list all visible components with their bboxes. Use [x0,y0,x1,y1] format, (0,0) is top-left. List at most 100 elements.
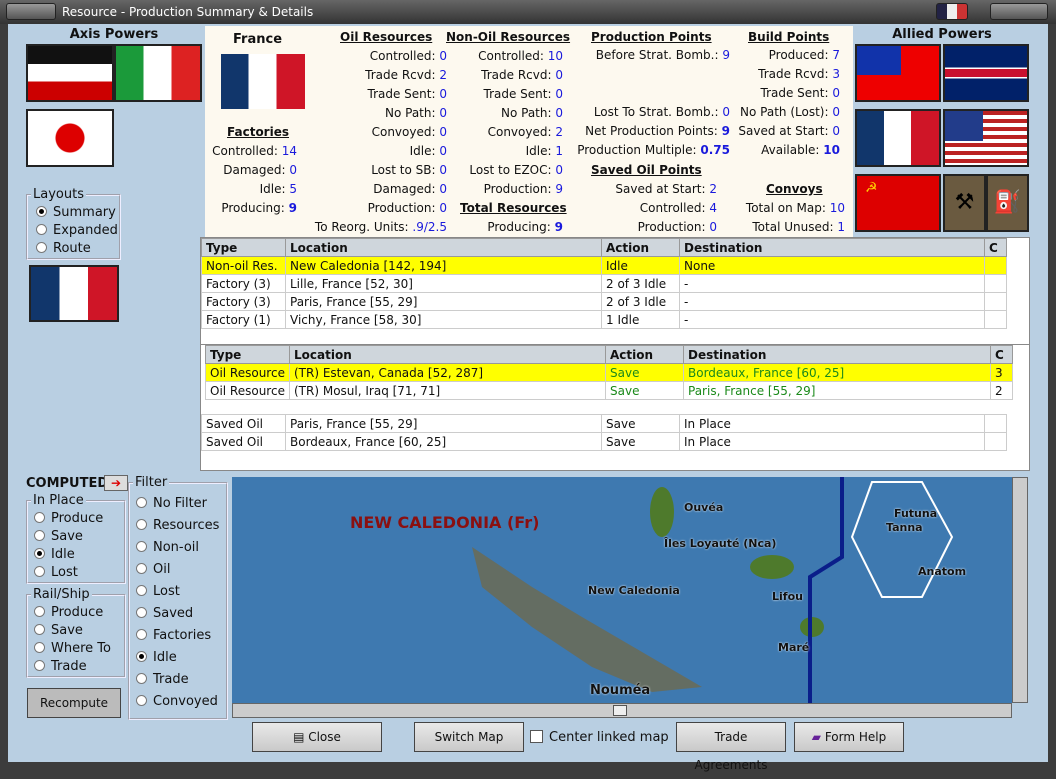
factories-title: Factories [227,125,289,139]
table-cell: (TR) Mosul, Iraq [71, 71] [289,381,606,400]
map-label: New Caledonia [588,584,680,597]
total-title: Total Resources [460,201,567,215]
table-cell: - [679,274,985,293]
ussr-flag[interactable]: ☭ [855,174,941,232]
form-help-button[interactable]: ▰ Form Help [794,722,904,752]
ip-radio-produce[interactable]: Produce [34,511,103,526]
table-cell: Save [605,363,684,382]
col-c[interactable]: C [990,345,1013,364]
resource-icon[interactable]: ⚒ [943,174,986,232]
fl-radio-idle[interactable]: Idle [136,650,177,665]
table-cell [984,292,1007,311]
table-cell [984,274,1007,293]
col-action[interactable]: Action [605,345,684,364]
center-linked-map-checkbox[interactable]: Center linked map [530,730,669,745]
china-flag[interactable] [855,44,941,102]
table-row[interactable]: Factory (1) Vichy, France [58, 30] 1 Idle - [201,310,1007,329]
total-row: Producing: 9 [487,220,563,234]
close-button[interactable]: ▤ Close [252,722,382,752]
fl-radio-trade[interactable]: Trade [136,672,189,687]
switch-map-button[interactable]: Switch Map [414,722,524,752]
map-vertical-scrollbar[interactable] [1012,477,1028,703]
rs-radio-where-to[interactable]: Where To [34,641,111,656]
nonoil-row: Trade Rcvd: 0 [481,68,563,82]
layout-route-radio[interactable]: Route [36,241,91,256]
usa-flag[interactable] [943,109,1029,167]
oil-title: Oil Resources [340,30,433,44]
table-cell [984,310,1007,329]
ip-radio-lost[interactable]: Lost [34,565,78,580]
pp-row: Lost To Strat. Bomb.: 0 [593,105,730,119]
table-cell: Bordeaux, France [60, 25] [285,432,602,451]
table-row[interactable]: Factory (3) Lille, France [52, 30] 2 of 3 … [201,274,1007,293]
nonoil-row: Trade Sent: 0 [483,87,564,101]
layouts-label: Layouts [31,187,86,202]
ip-radio-save[interactable]: Save [34,529,83,544]
table-row[interactable]: Saved Oil Bordeaux, France [60, 25] Save In… [201,432,1007,451]
col-destination[interactable]: Destination [679,238,985,257]
fl-radio-saved[interactable]: Saved [136,606,193,621]
window-title: Resource - Production Summary & Details [62,5,314,19]
germany-flag[interactable] [26,44,114,102]
oil-icon[interactable]: ⛽ [986,174,1029,232]
computed-arrow-button[interactable]: ➔ [104,475,128,491]
nonoil-row: Convoyed: 2 [487,125,563,139]
fl-radio-no-filter[interactable]: No Filter [136,496,207,511]
rs-radio-produce[interactable]: Produce [34,605,103,620]
bp-row: Saved at Start: 0 [738,124,840,138]
oil-row: Controlled: 0 [369,49,447,63]
convoys-title: Convoys [766,182,823,196]
bp-row: No Path (Lost): 0 [740,105,840,119]
table-row[interactable]: Saved Oil Paris, France [55, 29] Save In Pl… [201,414,1007,433]
italy-flag[interactable] [114,44,202,102]
fl-radio-factories[interactable]: Factories [136,628,211,643]
col-type[interactable]: Type [201,238,286,257]
col-action[interactable]: Action [601,238,680,257]
map-label: Anatom [918,565,967,578]
saved-row: Controlled: 4 [639,201,717,215]
layout-summary-radio[interactable]: Summary [36,205,116,220]
country-name: France [233,32,283,47]
table-cell: - [679,310,985,329]
border-line [808,477,844,703]
fl-radio-oil[interactable]: Oil [136,562,170,577]
col-destination[interactable]: Destination [683,345,991,364]
uk-flag[interactable] [943,44,1029,102]
factories-row: Idle: 5 [259,182,297,196]
col-location[interactable]: Location [289,345,606,364]
table-row[interactable]: Non-oil Res. New Caledonia [142, 194] Idle… [201,256,1007,275]
system-menu-button[interactable] [6,3,56,20]
close-window-button[interactable] [990,3,1048,20]
oil-row: Trade Sent: 0 [367,87,448,101]
table-cell: 2 of 3 Idle [601,274,680,293]
japan-flag[interactable] [26,109,114,167]
fl-radio-resources[interactable]: Resources [136,518,219,533]
recompute-button[interactable]: Recompute [27,688,121,718]
map-label: Ouvéa [684,501,724,514]
trade-agreements-button[interactable]: Trade Agreements [676,722,786,772]
bp-row: Trade Sent: 0 [760,86,841,100]
layout-expanded-radio[interactable]: Expanded [36,223,118,238]
rs-radio-trade[interactable]: Trade [34,659,87,674]
rs-radio-save[interactable]: Save [34,623,83,638]
france-flag-allied[interactable] [855,109,941,167]
col-location[interactable]: Location [285,238,602,257]
table-cell: None [679,256,985,275]
table-row[interactable]: Oil Resource (TR) Estevan, Canada [52, 28… [205,363,1013,382]
col-c[interactable]: C [984,238,1007,257]
table-cell: 2 [990,381,1013,400]
nonoil-row: Production: 9 [483,182,563,196]
table-cell: In Place [679,414,985,433]
fl-radio-non-oil[interactable]: Non-oil [136,540,199,555]
table-row[interactable]: Factory (3) Paris, France [55, 29] 2 of 3 … [201,292,1007,311]
table-row[interactable]: Oil Resource (TR) Mosul, Iraq [71, 71] Sav… [205,381,1013,400]
ip-radio-idle[interactable]: Idle [34,547,75,562]
map-horizontal-scrollbar[interactable] [232,703,1012,718]
oil-row: Production: 0 [367,201,447,215]
col-type[interactable]: Type [205,345,290,364]
fl-radio-convoyed[interactable]: Convoyed [136,694,218,709]
nonoil-row: Lost to EZOC: 0 [469,163,563,177]
map-view[interactable]: NEW CALEDONIA (Fr) Ouvéa Îles Loyauté (N… [232,477,1012,703]
fl-radio-lost[interactable]: Lost [136,584,180,599]
oil-row: Damaged: 0 [373,182,447,196]
